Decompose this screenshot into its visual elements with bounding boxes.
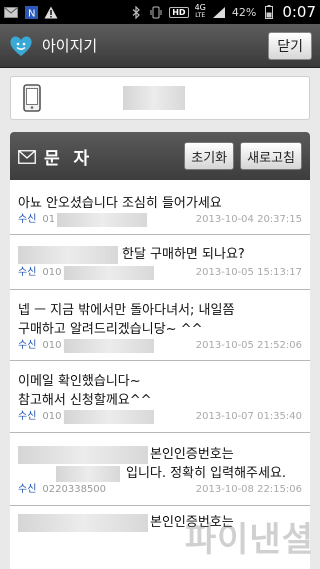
envelope-icon: [18, 149, 36, 164]
message-text: 한달 구매하면 되나요?: [122, 247, 245, 262]
phone-info-box: [10, 76, 310, 120]
signal-icon: [212, 5, 226, 19]
list-item[interactable]: 아뇨 안오셨습니다 조심히 들어가세요 수신 01 2013-10-04 20:…: [10, 180, 310, 235]
n-app-icon: N: [24, 5, 38, 19]
message-text: 넵 ㅡ 지금 밖에서만 돌아다녀서; 내일쯤: [18, 303, 235, 318]
battery-percent: 42%: [231, 5, 257, 19]
mail-notification-icon: [4, 5, 18, 19]
network-indicator: 4G LTE: [195, 4, 206, 20]
message-meta: 수신 01 2013-10-04 20:37:15: [18, 213, 302, 227]
message-type: 수신: [18, 340, 37, 351]
message-type: 수신: [18, 214, 37, 225]
heart-logo-icon: [8, 33, 34, 59]
message-meta: 수신 010 2013-10-07 01:35:40: [18, 410, 302, 424]
text-redacted: [18, 445, 148, 464]
list-item[interactable]: 본인인증번호는 입니다. 정확히 입력해주세요. 수신 0220338500 2…: [10, 433, 310, 506]
message-date: 2013-10-04 20:37:15: [195, 214, 302, 225]
message-text: 이메일 확인했습니다~: [18, 374, 141, 389]
list-item[interactable]: 한달 구매하면 되나요? 수신 010 2013-10-05 15:13:17: [10, 235, 310, 290]
message-text: 본인인증번호는: [150, 447, 234, 462]
warning-icon: [44, 5, 58, 19]
message-text: 아뇨 안오셨습니다 조심히 들어가세요: [18, 196, 222, 211]
network-type: 4G: [194, 3, 206, 12]
message-sender: 010: [42, 267, 62, 278]
message-type: 수신: [18, 267, 37, 278]
message-panel-header: 문 자 초기화 새로고침: [10, 132, 310, 180]
message-meta: 수신 010 2013-10-05 21:52:06: [18, 339, 302, 353]
svg-text:N: N: [28, 8, 35, 19]
sender-redacted: [63, 339, 154, 353]
message-list[interactable]: 아뇨 안오셨습니다 조심히 들어가세요 수신 01 2013-10-04 20:…: [10, 180, 310, 546]
watermark-logo: 파이낸셜: [184, 520, 314, 560]
message-sender: 01: [42, 214, 56, 225]
sender-redacted: [57, 213, 148, 227]
message-text-row-2: 입니다. 정확히 입력해주세요.: [18, 464, 302, 483]
message-text-row: 본인인증번호는: [18, 445, 302, 464]
network-sub: LTE: [195, 12, 206, 19]
message-meta: 수신 010 2013-10-05 15:13:17: [18, 266, 302, 280]
message-text-row: 한달 구매하면 되나요?: [18, 245, 302, 264]
app-titlebar: 아이지기 닫기: [0, 24, 320, 68]
close-button[interactable]: 닫기: [268, 31, 312, 60]
bluetooth-icon: [129, 5, 143, 19]
status-right-icons: HD 4G LTE 42% 0:07: [129, 3, 316, 21]
hd-voice-icon: HD: [169, 6, 189, 18]
reset-button[interactable]: 초기화: [184, 142, 235, 170]
message-sender: 010: [42, 411, 62, 422]
panel-title: 문 자: [44, 148, 94, 169]
message-date: 2013-10-08 22:15:06: [195, 484, 302, 495]
text-redacted: [18, 245, 118, 264]
list-item[interactable]: 넵 ㅡ 지금 밖에서만 돌아다녀서; 내일쯤 구매하고 알려드리겠습니당~ ^^…: [10, 290, 310, 361]
message-meta: 수신 0220338500 2013-10-08 22:15:06: [18, 483, 302, 497]
mobile-phone-icon: [23, 84, 41, 112]
message-date: 2013-10-05 21:52:06: [195, 340, 302, 351]
code-redacted: [56, 465, 120, 482]
status-left-icons: N: [4, 5, 58, 19]
status-bar: N HD 4G LTE 42% 0:07: [0, 0, 320, 24]
message-sender: 010: [42, 340, 62, 351]
message-text-2: 입니다. 정확히 입력해주세요.: [126, 466, 287, 481]
message-type: 수신: [18, 411, 37, 422]
sender-redacted: [63, 266, 154, 280]
phone-number-redacted: [123, 86, 185, 110]
message-type: 수신: [18, 484, 37, 495]
message-date: 2013-10-07 01:35:40: [195, 411, 302, 422]
message-text-2: 참고해서 신청할께요^^: [18, 393, 152, 408]
vibrate-icon: [149, 5, 163, 19]
battery-icon: [262, 5, 276, 19]
list-item[interactable]: 이메일 확인했습니다~ 참고해서 신청할께요^^ 수신 010 2013-10-…: [10, 361, 310, 433]
clock: 0:07: [282, 3, 316, 21]
app-title: 아이지기: [42, 37, 98, 55]
message-sender: 0220338500: [42, 484, 107, 495]
refresh-button[interactable]: 새로고침: [240, 142, 302, 170]
message-text-2: 구매하고 알려드리겠습니당~ ^^: [18, 322, 203, 337]
message-panel: 문 자 초기화 새로고침 아뇨 안오셨습니다 조심히 들어가세요 수신 01 2…: [10, 132, 310, 569]
text-redacted: [18, 513, 148, 532]
message-date: 2013-10-05 15:13:17: [195, 267, 302, 278]
sender-redacted: [63, 410, 154, 424]
